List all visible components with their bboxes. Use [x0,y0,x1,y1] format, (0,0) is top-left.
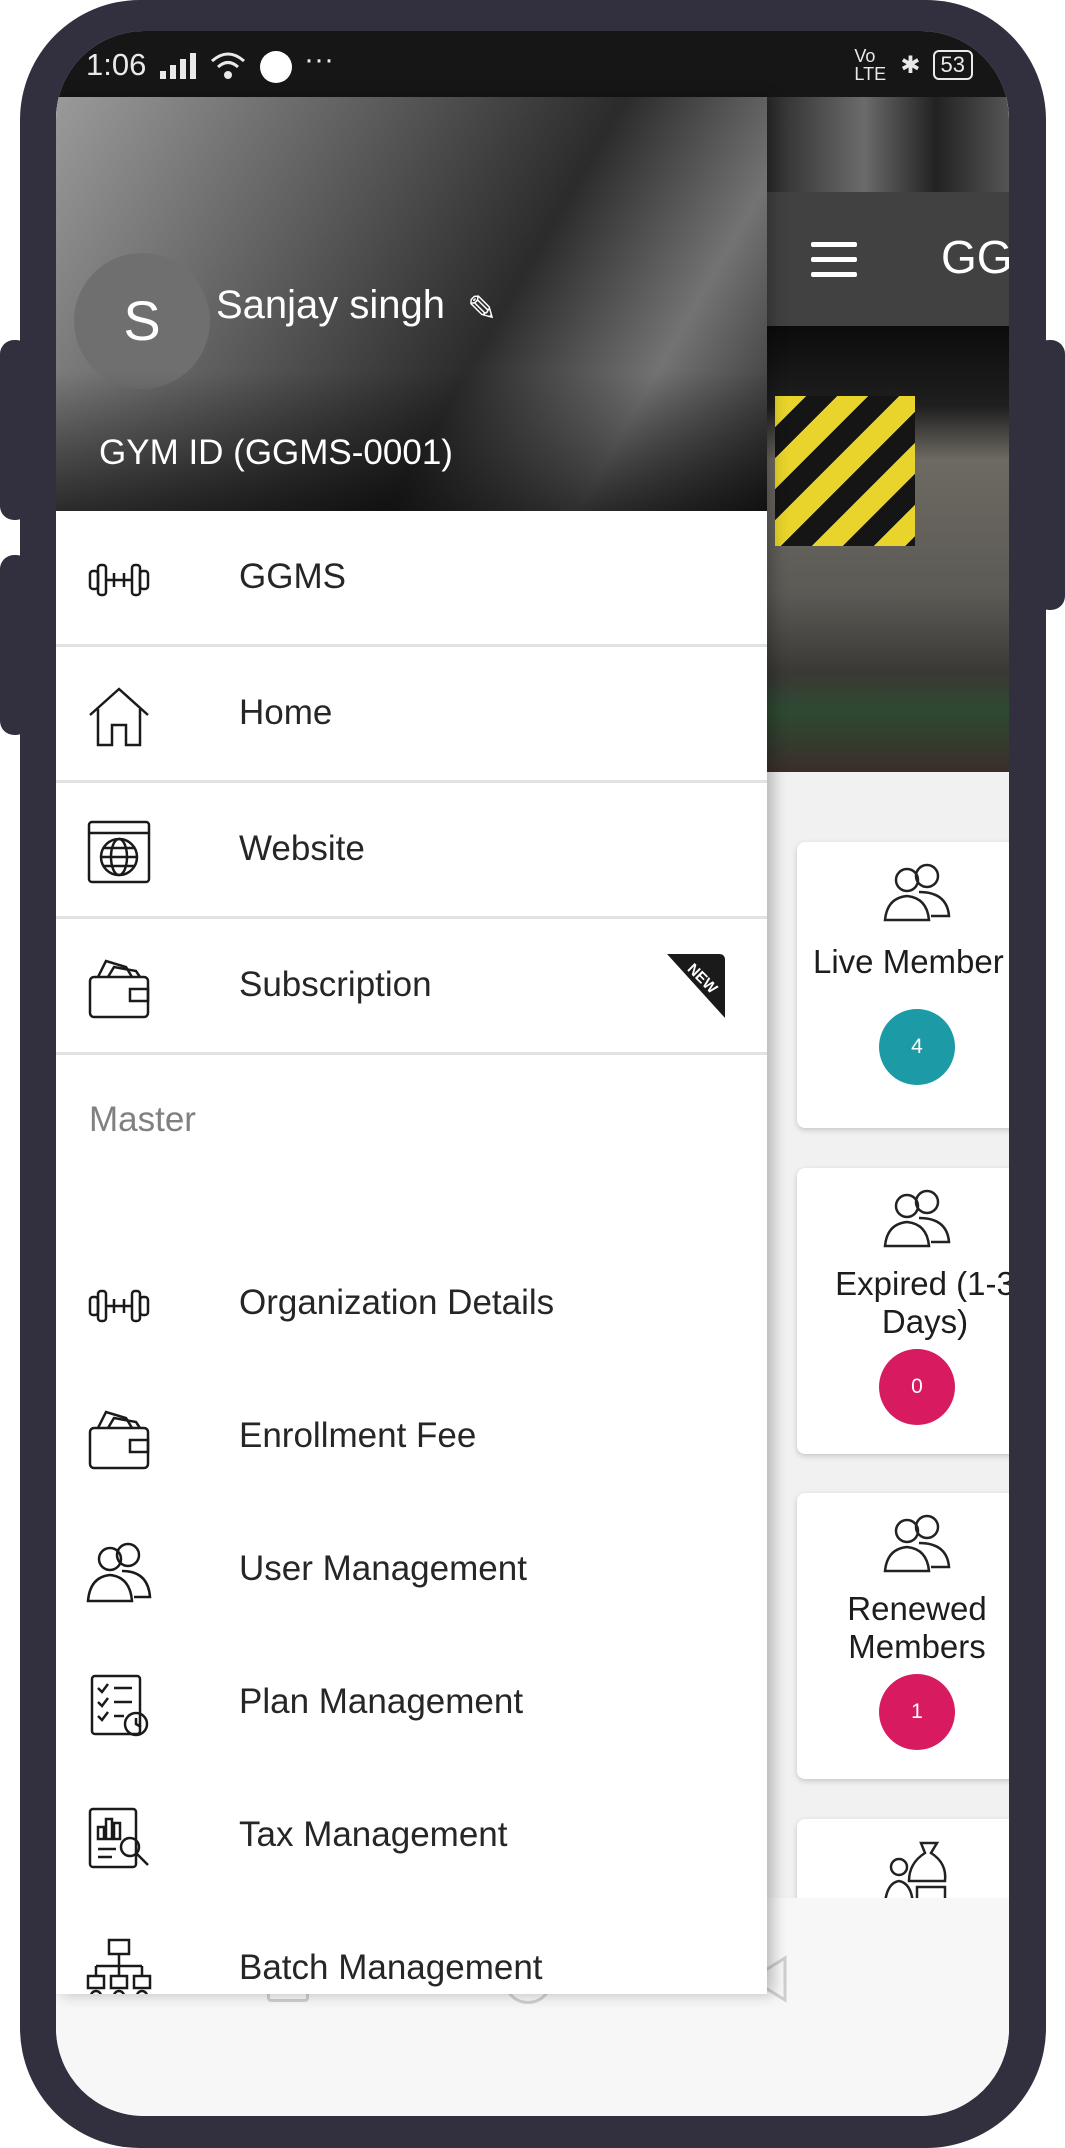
drawer-item-label: Subscription [239,965,432,1004]
dumbbell-icon [88,563,150,597]
card-label: Live Member [813,943,1004,980]
users-icon [883,863,951,922]
drawer-item-batch-management[interactable]: Batch Management [56,1902,767,1994]
gym-banner-image [767,326,1009,772]
drawer-item-organization-details[interactable]: Organization Details [56,1237,767,1370]
count-badge: 4 [879,1009,955,1085]
battery-icon: 53 [932,50,973,80]
drawer-item-label: User Management [239,1549,527,1588]
new-badge: NEW [661,954,725,1018]
drawer-item-label: Website [239,829,365,868]
home-icon [89,687,149,747]
count-badge: 1 [879,1674,955,1750]
background-app: GG Live Member 4 Expired (1-3 Days) 0 Re… [767,97,1009,2116]
wallet-icon [88,959,150,1019]
drawer-item-label: Tax Management [239,1815,508,1854]
drawer-item-label: Enrollment Fee [239,1416,477,1455]
edit-icon[interactable]: ✎ [467,288,497,330]
drawer-header: S Sanjay singh ✎ GYM ID (GGMS-0001) [56,97,767,511]
drawer-item-label: Organization Details [239,1283,555,1322]
status-bar: 1:06 ··· Vo LTE ✱ 53 [56,31,1009,97]
header-image [767,97,1009,192]
bluetooth-icon: ✱ [900,51,921,79]
app-title: GG [941,231,1009,283]
live-member-card[interactable]: Live Member 4 [797,842,1009,1128]
gym-id: GYM ID (GGMS-0001) [99,433,453,472]
users-icon [883,1514,951,1573]
drawer-item-ggms[interactable]: GGMS [56,511,767,647]
drawer-item-label: Batch Management [239,1948,543,1987]
app-toolbar: GG [767,192,1009,326]
drawer-item-tax-management[interactable]: Tax Management [56,1769,767,1902]
user-name: Sanjay singh [216,283,446,327]
count-badge: 0 [879,1349,955,1425]
wallet-icon [88,1410,150,1470]
navigation-drawer: S Sanjay singh ✎ GYM ID (GGMS-0001) GGMS… [56,97,767,1994]
volume-button [0,340,30,520]
drawer-item-home[interactable]: Home [56,647,767,783]
users-icon [86,1542,152,1603]
globe-icon [87,820,151,884]
avatar[interactable]: S [74,253,210,389]
section-title: Master [89,1100,196,1139]
renewed-card[interactable]: Renewed Members 1 [797,1493,1009,1779]
hierarchy-icon [86,1938,152,1994]
status-right: Vo LTE ✱ 53 [854,47,973,83]
drawer-item-enrollment-fee[interactable]: Enrollment Fee [56,1370,767,1503]
screen: 1:06 ··· Vo LTE ✱ 53 GG Live Member 4 Ex… [56,31,1009,2116]
side-button [1035,340,1065,610]
wifi-icon [211,52,245,79]
status-time: 1:06 [86,47,147,82]
signal-icon [160,53,196,79]
drawer-item-label: GGMS [239,557,346,596]
expired-card[interactable]: Expired (1-3 Days) 0 [797,1168,1009,1454]
drawer-item-label: Home [239,693,333,732]
drawer-item-website[interactable]: Website [56,783,767,919]
more-notifications-icon: ··· [304,43,334,76]
drawer-item-plan-management[interactable]: Plan Management [56,1636,767,1769]
menu-icon[interactable] [811,242,857,287]
drawer-item-user-management[interactable]: User Management [56,1503,767,1636]
tax-report-icon [88,1807,149,1869]
checklist-icon [90,1674,149,1737]
banner-stripes [775,396,915,546]
volte-icon: Vo LTE [854,46,887,84]
dumbbell-icon [88,1289,150,1323]
drawer-item-subscription[interactable]: Subscription NEW [56,919,767,1055]
users-icon [883,1189,951,1248]
app-notification-icon [260,51,292,83]
card-label: Expired (1-3 Days) [835,1265,1009,1340]
card-label: Renewed Members [847,1590,987,1665]
drawer-item-label: Plan Management [239,1682,524,1721]
power-button [0,555,30,735]
